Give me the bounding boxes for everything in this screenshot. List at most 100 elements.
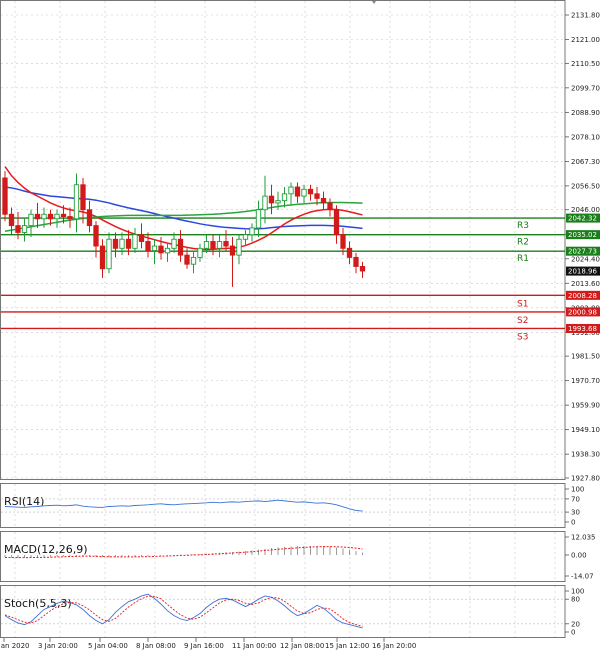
y-tick-label: 2056.50 [571, 182, 600, 190]
candle-body [164, 247, 171, 254]
candle-body [197, 247, 203, 258]
y-tick-label: 30 [571, 509, 580, 517]
candle-body [346, 247, 353, 258]
candle-body [171, 238, 177, 249]
pivot-label-r2: R2 [517, 238, 529, 248]
candle-body [80, 184, 86, 211]
pivot-price-label: 2027.73 [568, 248, 597, 256]
candle-body [333, 209, 340, 236]
indicator-title: MACD(12,26,9) [4, 543, 88, 556]
x-tick-label: 16 Jan 20:00 [372, 642, 416, 650]
y-tick-label: 1981.50 [571, 353, 600, 361]
candle-body [320, 197, 327, 204]
candle-body [28, 213, 34, 227]
candle-body [119, 238, 125, 249]
candle-body [288, 186, 294, 195]
candle-body [125, 238, 132, 249]
pivot-label-r1: R1 [517, 254, 529, 264]
y-tick-label: 0 [571, 519, 575, 527]
candle-body [21, 225, 28, 233]
candle-body [158, 245, 164, 254]
candle-body [255, 209, 262, 229]
candle-body [340, 234, 346, 249]
candle-body [112, 238, 119, 249]
pivot-label-s2: S2 [517, 316, 528, 326]
pivot-price-label: 2035.02 [568, 231, 597, 239]
candle-body [138, 234, 145, 242]
y-tick-label: 2088.90 [571, 109, 600, 117]
y-tick-label: 100 [571, 486, 584, 494]
pivot-price-label: 2000.98 [568, 308, 597, 316]
x-tick-label: 2 Jan 2020 [0, 642, 30, 650]
y-tick-label: 2046.00 [571, 206, 600, 214]
pivot-label-r3: R3 [517, 221, 529, 231]
candle-body [190, 256, 197, 265]
candle-body [203, 241, 210, 249]
y-tick-label: 0 [571, 629, 575, 637]
y-tick-label: 2067.30 [571, 158, 600, 166]
candle-body [106, 238, 112, 270]
y-tick-label: 2013.60 [571, 280, 600, 288]
candle-body [47, 213, 54, 220]
candle-body [314, 193, 320, 199]
candle-body [242, 234, 249, 240]
x-tick-label: 9 Jan 16:00 [184, 642, 224, 650]
y-tick-label: 0.00 [571, 551, 587, 559]
candle-body [151, 245, 158, 252]
y-tick-label: 2110.50 [571, 60, 600, 68]
y-tick-label: 2099.70 [571, 84, 600, 92]
x-tick-label: 15 Jan 12:00 [325, 642, 369, 650]
y-tick-label: 2078.10 [571, 133, 600, 141]
candle-body [249, 227, 255, 236]
y-tick-label: 20 [571, 620, 580, 628]
candle-body [216, 241, 223, 249]
pivot-price-label: 1993.68 [568, 325, 597, 333]
candle-body [177, 238, 184, 256]
candle-body [99, 245, 106, 270]
y-tick-label: 1959.90 [571, 402, 600, 410]
candle-body [73, 184, 80, 220]
candle-body [301, 188, 307, 197]
candle-body [359, 266, 366, 272]
candle-body [281, 193, 288, 202]
y-tick-label: 1949.10 [571, 426, 600, 434]
pivot-label-s3: S3 [517, 332, 528, 342]
candle-body [60, 213, 67, 217]
y-tick-label: 1970.70 [571, 377, 600, 385]
y-tick-label: 12.035 [571, 534, 596, 542]
candle-body [67, 216, 73, 220]
price-chart: R3R2R1S1S2S3 RSI(14)MACD(12,26,9)Stoch(5… [0, 0, 600, 657]
x-tick-label: 3 Jan 20:00 [38, 642, 78, 650]
candle-body [86, 209, 93, 227]
candle-body [2, 177, 8, 215]
candle-body [8, 213, 15, 227]
candle-body [210, 241, 216, 249]
pivot-label-s1: S1 [517, 299, 528, 309]
candle-body [184, 254, 190, 265]
y-tick-label: 2131.80 [571, 12, 600, 20]
candle-body [132, 234, 138, 249]
x-tick-label: 12 Jan 08:00 [280, 642, 324, 650]
candle-body [262, 195, 268, 211]
y-tick-label: 2121.00 [571, 36, 600, 44]
candle-body [93, 225, 99, 247]
y-tick-label: 100 [571, 588, 584, 596]
candle-body [268, 195, 275, 204]
candle-body [223, 241, 229, 247]
y-tick-label: 1938.30 [571, 451, 600, 459]
candle-body [275, 200, 281, 204]
x-tick-label: 8 Jan 08:00 [136, 642, 176, 650]
candle-body [54, 213, 60, 220]
pivot-price-label: 2008.28 [568, 292, 597, 300]
candle-body [34, 213, 41, 220]
candle-body [307, 188, 314, 195]
candle-body [294, 186, 301, 197]
current-price-label: 2018.96 [568, 268, 597, 276]
x-tick-label: 5 Jan 04:00 [88, 642, 128, 650]
candle-body [15, 225, 21, 233]
candle-body [145, 241, 151, 252]
y-tick-label: -14.07 [571, 573, 594, 581]
candle-body [327, 202, 333, 211]
y-tick-label: 80 [571, 596, 580, 604]
pivot-price-label: 2042.32 [568, 215, 597, 223]
